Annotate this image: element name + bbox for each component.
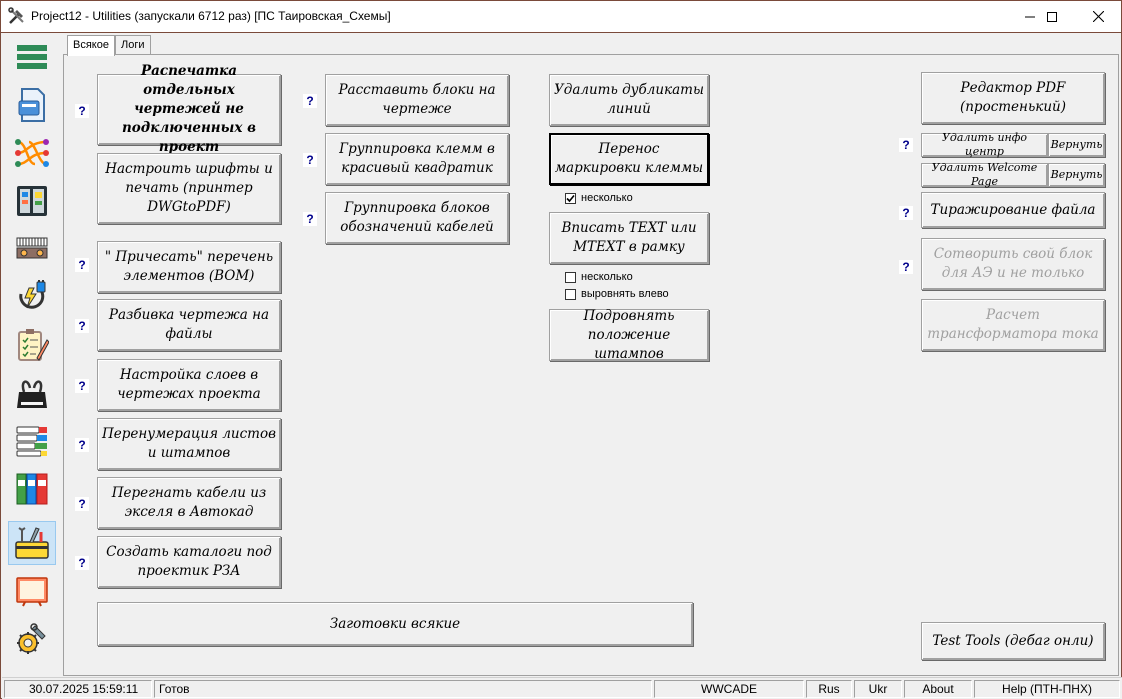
binder-clip-icon (17, 380, 47, 408)
close-icon (1092, 11, 1104, 22)
lang-rus-button[interactable]: Rus (806, 680, 852, 698)
help-group-cable-blocks-icon[interactable]: ? (303, 212, 317, 226)
tab-control: Всякое Логи ? Распечатка отдельных черте… (63, 35, 1121, 676)
replicate-file-button[interactable]: Тиражирование файла (921, 192, 1105, 228)
title-separator (1, 32, 1121, 33)
gear-wrench-icon (17, 623, 46, 654)
sidebar-item-board[interactable] (8, 569, 56, 613)
test-tools-button[interactable]: Test Tools (дебаг онли) (921, 622, 1105, 660)
menu-icon (17, 45, 47, 69)
help-print-separate-icon[interactable]: ? (75, 104, 89, 118)
about-button[interactable]: About (904, 680, 972, 698)
board-icon (16, 577, 48, 607)
app-window: Project12 - Utilities (запускали 6712 ра… (0, 0, 1122, 699)
templates-button[interactable]: Заготовки всякие (97, 602, 693, 646)
terminal-block-icon (16, 237, 48, 259)
delete-duplicates-button[interactable]: Удалить дубликаты линий (549, 74, 709, 126)
folders-icon (16, 473, 48, 505)
checkmark-icon (566, 194, 575, 202)
place-blocks-button[interactable]: Расставить блоки на чертеже (325, 74, 509, 126)
maximize-icon (1047, 11, 1057, 22)
help-layers-setup-icon[interactable]: ? (75, 379, 89, 393)
move-terminal-marking-button[interactable]: Перенос маркировки клеммы (549, 133, 709, 185)
sidebar-item-binder-clip[interactable] (8, 371, 56, 415)
tab-misc[interactable]: Всякое (67, 35, 115, 56)
status-app: WWCADE (654, 680, 804, 698)
cabinet-icon (17, 186, 47, 216)
tab-logs[interactable]: Логи (115, 35, 151, 55)
group-cable-blocks-button[interactable]: Группировка блоков обозначений кабелей (325, 192, 509, 244)
sidebar-item-power[interactable] (8, 275, 56, 319)
help-replicate-file-icon[interactable]: ? (899, 206, 913, 220)
power-icon (19, 280, 46, 309)
status-bar: 30.07.2025 15:59:11 Готов WWCADE Rus Ukr… (2, 677, 1122, 699)
document-icon (18, 88, 45, 122)
align-left-label: выровнять влево (581, 288, 669, 300)
lang-ukr-button[interactable]: Ukr (854, 680, 902, 698)
sidebar-item-network[interactable] (8, 131, 56, 175)
fit-text-button[interactable]: Вписать TEXT или MTEXT в рамку (549, 212, 709, 264)
help-split-drawing-icon[interactable]: ? (75, 319, 89, 333)
status-datetime: 30.07.2025 15:59:11 (4, 680, 152, 698)
sidebar-item-toolbox[interactable] (8, 521, 56, 565)
network-icon (15, 139, 49, 167)
align-left-checkbox[interactable]: выровнять влево (565, 287, 669, 301)
help-comb-bom-icon[interactable]: ? (75, 258, 89, 272)
help-group-terminals-icon[interactable]: ? (303, 153, 317, 167)
maximize-button[interactable] (1029, 1, 1075, 32)
toolbox-icon (15, 527, 49, 559)
comb-bom-button[interactable]: " Причесать" перечень элементов (BOM) (97, 241, 281, 293)
checklist-icon (18, 329, 49, 361)
help-cables-excel-icon[interactable]: ? (75, 497, 89, 511)
status-text: Готов (154, 680, 652, 698)
sidebar-item-gear-wrench[interactable] (8, 617, 56, 661)
close-button[interactable] (1075, 1, 1121, 32)
adjust-stamps-button[interactable]: Подровнять положение штампов (549, 308, 709, 362)
several-1-label: несколько (581, 192, 633, 204)
several-2-label: несколько (581, 271, 633, 283)
checkbox-box (565, 271, 576, 283)
print-separate-button[interactable]: Распечатка отдельных чертежей не подключ… (97, 63, 281, 155)
sidebar-item-terminal-block[interactable] (8, 227, 56, 271)
setup-fonts-button[interactable]: Настроить шрифты и печать (принтер DWGto… (97, 153, 281, 224)
help-create-block-icon[interactable]: ? (899, 260, 913, 274)
restore-welcome-page-button[interactable]: Вернуть (1048, 163, 1105, 187)
sidebar-item-document[interactable] (8, 83, 56, 127)
sidebar-item-cabinet[interactable] (8, 179, 56, 223)
title-bar[interactable]: Project12 - Utilities (запускали 6712 ра… (1, 1, 1121, 32)
help-renumber-sheets-icon[interactable]: ? (75, 438, 89, 452)
several-1-checkbox[interactable]: несколько (565, 191, 633, 205)
group-terminals-button[interactable]: Группировка клемм в красивый квадратик (325, 133, 509, 185)
create-catalogs-button[interactable]: Создать каталоги под проектик РЗА (97, 536, 281, 588)
tools-icon (8, 7, 26, 25)
help-button[interactable]: Help (ПТН-ПНХ) (974, 680, 1120, 698)
checkbox-box (565, 288, 576, 300)
sidebar-item-menu[interactable] (8, 35, 56, 79)
delete-info-center-button[interactable]: Удалить инфо центр (921, 131, 1048, 158)
help-place-blocks-icon[interactable]: ? (303, 94, 317, 108)
renumber-sheets-button[interactable]: Перенумерация листов и штампов (97, 418, 281, 470)
labels-icon (16, 426, 47, 457)
window-title: Project12 - Utilities (запускали 6712 ра… (31, 9, 391, 23)
delete-welcome-page-button[interactable]: Удалить Welcome Page (921, 161, 1048, 188)
restore-info-center-button[interactable]: Вернуть (1048, 133, 1105, 157)
sidebar (2, 33, 60, 677)
ct-calc-button[interactable]: Расчет трансформатора тока (921, 299, 1105, 351)
sidebar-item-folders[interactable] (8, 467, 56, 511)
several-2-checkbox[interactable]: несколько (565, 270, 633, 284)
cables-excel-button[interactable]: Перегнать кабели из экселя в Автокад (97, 477, 281, 529)
create-block-button[interactable]: Сотворить свой блок для АЭ и не только (921, 238, 1105, 290)
help-create-catalogs-icon[interactable]: ? (75, 556, 89, 570)
layers-setup-button[interactable]: Настройка слоев в чертежах проекта (97, 359, 281, 411)
sidebar-item-checklist[interactable] (8, 323, 56, 367)
sidebar-item-labels[interactable] (8, 419, 56, 463)
checkbox-box (565, 192, 576, 204)
pdf-editor-button[interactable]: Редактор PDF (простенький) (921, 72, 1105, 124)
split-drawing-button[interactable]: Разбивка чертежа на файлы (97, 299, 281, 351)
help-delete-info-center-icon[interactable]: ? (899, 138, 913, 152)
tab-panel-misc: ? Распечатка отдельных чертежей не подкл… (63, 54, 1119, 676)
